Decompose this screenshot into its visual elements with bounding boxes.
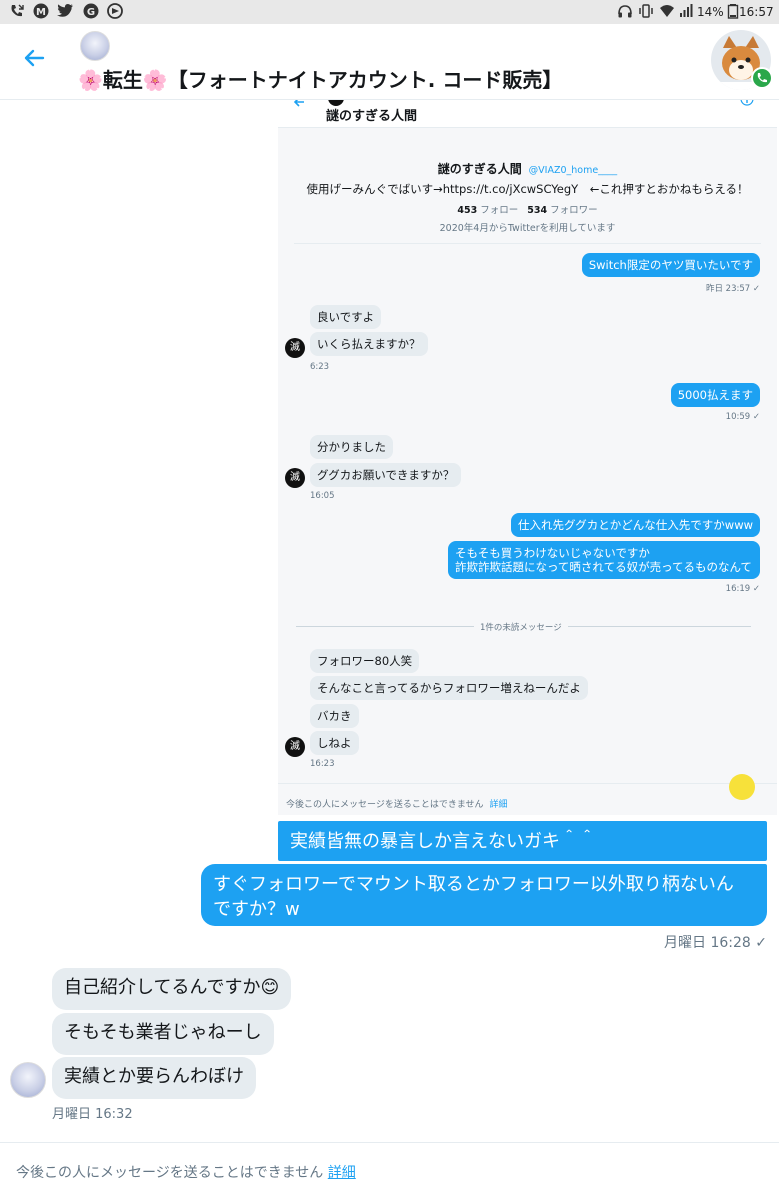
sender-avatar: 滅 xyxy=(285,468,305,488)
message-bubble: すぐフォロワーでマウント取るとかフォロワー以外取り柄ないん ですか？w xyxy=(201,864,767,926)
followers-label: フォロワー xyxy=(550,205,598,216)
message-time: 16:05 xyxy=(310,491,335,501)
message-bubble: 実績皆無の暴言しか言えないガキ＾＾ xyxy=(278,821,767,861)
message-bubble: しねよ xyxy=(310,731,359,755)
conversation-header: 🌸転生🌸【フォートナイトアカウント. コード販売】 xyxy=(0,24,779,100)
message-bubble: 5000払えます xyxy=(670,383,760,407)
conversation-title: 🌸転生🌸【フォートナイトアカウント. コード販売】 xyxy=(78,68,563,92)
app-icon: G xyxy=(82,3,100,21)
following-label: フォロー xyxy=(480,205,519,216)
divider xyxy=(0,1142,779,1143)
battery-percent: 14% xyxy=(697,5,724,19)
unread-divider: 1件の未読メッセージ xyxy=(474,621,568,633)
message-bubble: 良いですよ xyxy=(310,305,382,329)
clock: 16:57 xyxy=(739,5,774,19)
m-app-icon: M xyxy=(32,3,50,21)
twitter-icon xyxy=(56,3,74,21)
back-button[interactable] xyxy=(14,38,54,78)
status-bar: M G 14% 16:57 xyxy=(0,0,779,24)
message-bubble: そもそも業者じゃねーし xyxy=(52,1013,274,1055)
message-bubble: 自己紹介してるんですか😊 xyxy=(52,968,292,1010)
message-bubble: そもそも買うわけないじゃないですか 詐欺詐欺話題になって晒されてる奴が売ってるも… xyxy=(448,541,760,579)
message-time: 16:19 ✓ xyxy=(725,584,760,594)
message-bubble: バカき xyxy=(310,704,359,728)
missed-call-icon xyxy=(8,3,26,21)
profile-bio: 使用げーみんぐでばいす→https://t.co/jXcwSCYegY ←これ押… xyxy=(306,182,749,196)
headphones-icon xyxy=(616,3,634,21)
embedded-details-link[interactable]: 詳細 xyxy=(489,800,507,810)
profile-joined: 2020年4月からTwitterを利用しています xyxy=(439,223,616,234)
message-bubble: いくら払えますか？ xyxy=(310,332,428,356)
contact-avatar[interactable] xyxy=(10,1062,46,1098)
followers-count: 534 xyxy=(527,205,548,216)
message-time: 月曜日 16:28 ✓ xyxy=(664,935,767,951)
phone-icon[interactable] xyxy=(751,67,773,89)
embedded-footer: 今後この人にメッセージを送ることはできません 詳細 xyxy=(286,800,508,810)
embedded-profile-card: 謎のすぎる人間 @VIAZ0_home____ 使用げーみんぐでばいす→http… xyxy=(294,144,761,244)
profile-name: 謎のすぎる人間 xyxy=(437,162,522,176)
details-link[interactable]: 詳細 xyxy=(328,1165,356,1181)
vibrate-icon xyxy=(637,3,655,21)
message-time: 6:23 xyxy=(310,362,330,372)
contact-avatar[interactable] xyxy=(80,31,110,61)
message-bubble: 分かりました xyxy=(310,435,393,459)
cast-icon xyxy=(106,3,124,21)
blocked-notice: 今後この人にメッセージを送ることはできません 詳細 xyxy=(16,1165,356,1181)
svg-text:G: G xyxy=(87,7,95,18)
embedded-topbar: 謎のすぎる人間 xyxy=(278,100,777,128)
message-time: 16:23 xyxy=(310,759,335,769)
message-bubble: フォロワー80人笑 xyxy=(310,649,420,673)
message-bubble: そんなこと言ってるからフォロワー増えねーんだよ xyxy=(310,676,588,700)
message-bubble: 仕入れ先ググカとかどんな仕入先ですかwww xyxy=(511,513,760,537)
svg-text:M: M xyxy=(36,7,46,18)
message-bubble: ググカお願いできますか？ xyxy=(310,463,462,487)
embedded-back-icon xyxy=(293,100,304,107)
touch-indicator xyxy=(729,774,755,800)
message-bubble: Switch限定のヤツ買いたいです xyxy=(581,253,760,277)
following-count: 453 xyxy=(457,205,478,216)
message-time: 10:59 ✓ xyxy=(725,412,760,422)
divider xyxy=(278,783,777,784)
embedded-contact-name: 謎のすぎる人間 xyxy=(326,109,418,124)
sender-avatar: 滅 xyxy=(285,338,305,358)
message-time: 月曜日 16:32 xyxy=(52,1107,133,1122)
embedded-screenshot: 謎のすぎる人間 謎のすぎる人間 @VIAZ0_home____ 使用げーみんぐで… xyxy=(278,100,777,815)
info-icon xyxy=(740,100,754,106)
sender-avatar: 滅 xyxy=(285,737,305,757)
wifi-icon xyxy=(658,3,676,21)
profile-handle[interactable]: @VIAZ0_home____ xyxy=(529,165,618,176)
message-time: 昨日 23:57 ✓ xyxy=(705,284,760,294)
signal-icon xyxy=(677,3,695,21)
back-arrow-icon xyxy=(24,49,45,67)
message-bubble: 実績とか要らんわぼけ xyxy=(52,1057,256,1099)
